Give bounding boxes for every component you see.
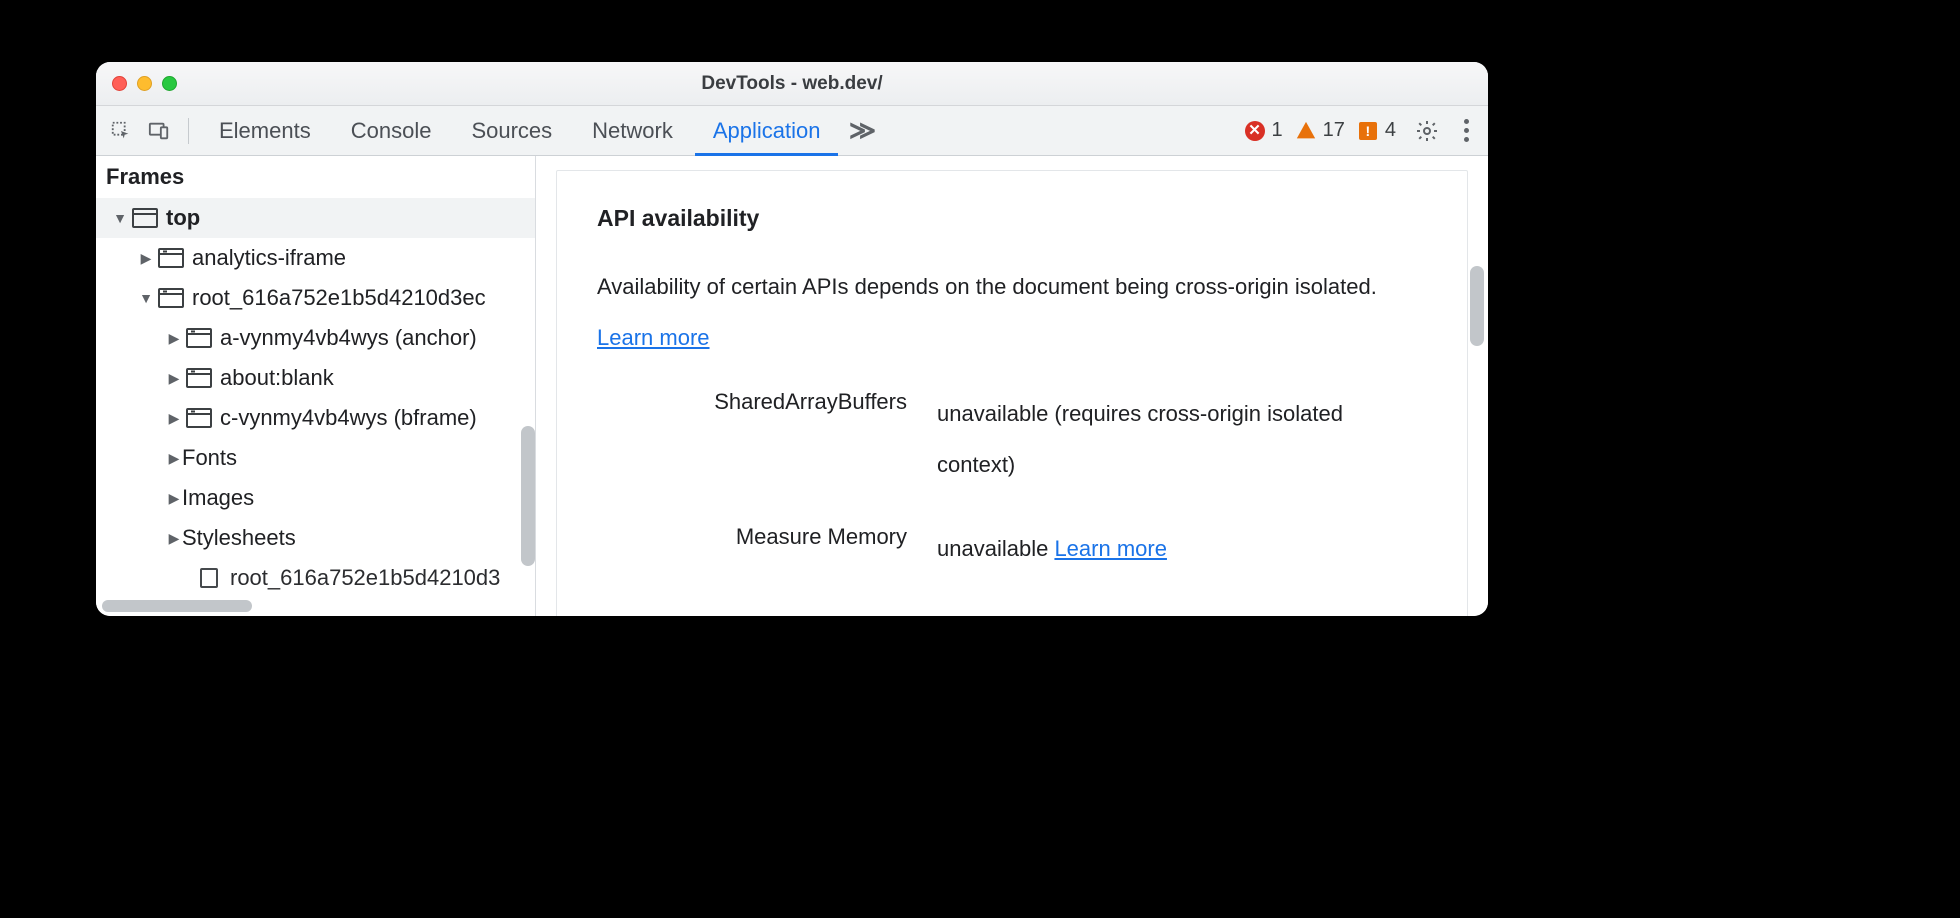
frame-analytics-iframe[interactable]: analytics-iframe — [96, 238, 535, 278]
iframe-icon — [158, 288, 184, 308]
iframe-icon — [186, 328, 212, 348]
iframe-icon — [186, 368, 212, 388]
expand-arrow-icon[interactable] — [138, 290, 154, 306]
mm-label: Measure Memory — [597, 524, 907, 575]
expand-arrow-icon[interactable] — [166, 330, 182, 347]
frames-sidebar: Frames top analytics-iframe — [96, 156, 536, 616]
error-count: 1 — [1272, 119, 1283, 142]
sidebar-section-title: Frames — [96, 158, 535, 198]
frame-about-blank[interactable]: about:blank — [96, 358, 535, 398]
warning-count: 17 — [1323, 119, 1345, 142]
card-heading: API availability — [597, 205, 1427, 232]
expand-arrow-icon[interactable] — [166, 450, 182, 467]
separator — [188, 118, 189, 144]
category-stylesheets[interactable]: Stylesheets — [96, 518, 535, 558]
inspect-element-icon[interactable] — [104, 114, 138, 148]
expand-arrow-icon[interactable] — [138, 250, 154, 267]
tab-network[interactable]: Network — [574, 106, 691, 156]
tab-elements[interactable]: Elements — [201, 106, 329, 156]
iframe-icon — [158, 248, 184, 268]
warning-counter[interactable]: 17 — [1295, 119, 1345, 142]
frame-truncated[interactable]: root_616a752e1b5d4210d3 — [96, 558, 535, 598]
fullscreen-window-button[interactable] — [162, 76, 177, 91]
api-availability-card: API availability Availability of certain… — [556, 170, 1468, 616]
tab-overflow-button[interactable]: ≫ — [842, 106, 882, 156]
learn-more-link[interactable]: Learn more — [597, 325, 710, 350]
document-icon — [196, 568, 222, 588]
tab-sources[interactable]: Sources — [453, 106, 570, 156]
scrollbar-horizontal[interactable] — [102, 600, 252, 612]
sab-label: SharedArrayBuffers — [597, 389, 907, 490]
panel-body: Frames top analytics-iframe — [96, 156, 1488, 616]
frame-root[interactable]: root_616a752e1b5d4210d3ec — [96, 278, 535, 318]
window-title: DevTools - web.dev/ — [96, 73, 1488, 95]
expand-arrow-icon[interactable] — [166, 490, 182, 507]
scrollbar-vertical[interactable] — [521, 426, 535, 566]
card-description: Availability of certain APIs depends on … — [597, 262, 1427, 363]
issues-counter[interactable]: ! 4 — [1357, 119, 1396, 142]
mm-value: unavailable Learn more — [937, 524, 1427, 575]
more-options-button[interactable] — [1452, 119, 1480, 142]
expand-arrow-icon[interactable] — [166, 410, 182, 427]
close-window-button[interactable] — [112, 76, 127, 91]
titlebar: DevTools - web.dev/ — [96, 62, 1488, 106]
learn-more-link-mm[interactable]: Learn more — [1054, 536, 1167, 561]
settings-button[interactable] — [1410, 114, 1444, 148]
frame-bframe[interactable]: c-vynmy4vb4wys (bframe) — [96, 398, 535, 438]
main-panel: API availability Availability of certain… — [536, 156, 1488, 616]
console-counters[interactable]: ✕ 1 17 ! 4 — [1244, 119, 1403, 142]
category-fonts[interactable]: Fonts — [96, 438, 535, 478]
tab-application[interactable]: Application — [695, 106, 839, 156]
device-toolbar-icon[interactable] — [142, 114, 176, 148]
window-controls — [96, 76, 177, 91]
frame-top[interactable]: top — [96, 198, 535, 238]
frame-icon — [132, 208, 158, 228]
scrollbar-vertical[interactable] — [1470, 266, 1484, 346]
frame-anchor[interactable]: a-vynmy4vb4wys (anchor) — [96, 318, 535, 358]
error-counter[interactable]: ✕ 1 — [1244, 119, 1283, 142]
issue-icon: ! — [1359, 122, 1377, 140]
sab-value: unavailable (requires cross-origin isola… — [937, 389, 1427, 490]
iframe-icon — [186, 408, 212, 428]
expand-arrow-icon[interactable] — [166, 370, 182, 387]
minimize-window-button[interactable] — [137, 76, 152, 91]
tab-console[interactable]: Console — [333, 106, 450, 156]
expand-arrow-icon[interactable] — [166, 530, 182, 547]
error-icon: ✕ — [1245, 121, 1265, 141]
issue-count: 4 — [1385, 119, 1396, 142]
category-images[interactable]: Images — [96, 478, 535, 518]
warning-icon — [1295, 120, 1317, 142]
api-grid: SharedArrayBuffers unavailable (requires… — [597, 389, 1427, 575]
tabstrip: Elements Console Sources Network Applica… — [96, 106, 1488, 156]
devtools-window: DevTools - web.dev/ Elements Console Sou… — [96, 62, 1488, 616]
expand-arrow-icon[interactable] — [112, 210, 128, 226]
